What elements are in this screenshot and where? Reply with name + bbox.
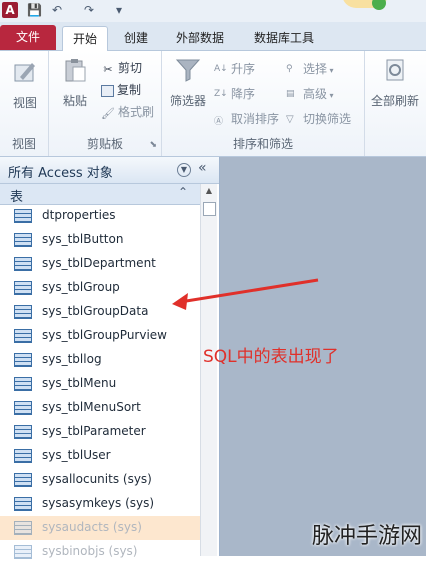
annotation-text: SQL中的表出现了 (203, 347, 339, 367)
annotation-arrow-icon (172, 278, 319, 310)
watermark: 脉冲手游网 (312, 524, 423, 549)
